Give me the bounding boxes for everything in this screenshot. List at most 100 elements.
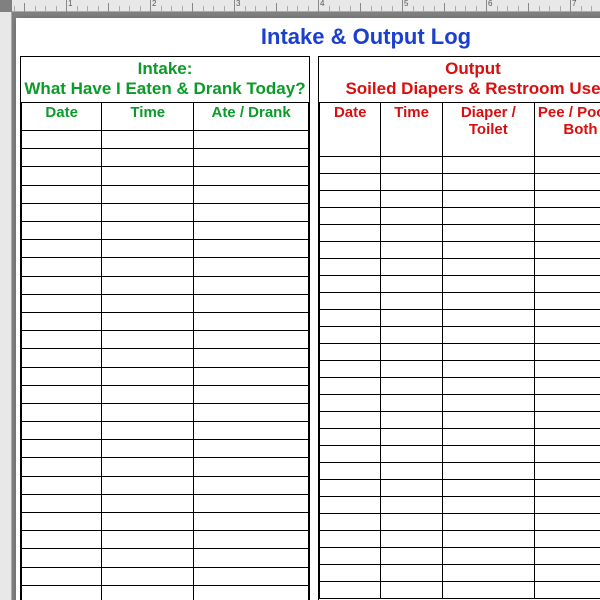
table-cell bbox=[534, 582, 600, 599]
table-cell bbox=[442, 327, 534, 344]
table-row bbox=[22, 349, 309, 367]
table-row bbox=[22, 494, 309, 512]
table-cell bbox=[22, 294, 102, 312]
table-cell bbox=[534, 242, 600, 259]
table-cell bbox=[442, 310, 534, 327]
output-heading-line2: Soiled Diapers & Restroom Use bbox=[345, 79, 600, 98]
table-cell bbox=[194, 203, 309, 221]
table-row bbox=[320, 548, 600, 565]
table-cell bbox=[102, 258, 194, 276]
table-cell bbox=[102, 403, 194, 421]
output-heading: Output Soiled Diapers & Restroom Use bbox=[319, 57, 600, 102]
table-cell bbox=[320, 480, 381, 497]
table-cell bbox=[534, 548, 600, 565]
table-row bbox=[22, 167, 309, 185]
table-cell bbox=[194, 585, 309, 600]
table-cell bbox=[102, 203, 194, 221]
table-cell bbox=[320, 174, 381, 191]
table-cell bbox=[320, 463, 381, 480]
table-cell bbox=[381, 378, 442, 395]
table-cell bbox=[102, 513, 194, 531]
intake-heading-line1: Intake: bbox=[138, 59, 193, 78]
table-row bbox=[320, 446, 600, 463]
table-row bbox=[320, 395, 600, 412]
table-cell bbox=[381, 582, 442, 599]
table-row bbox=[320, 174, 600, 191]
table-cell bbox=[102, 349, 194, 367]
table-cell bbox=[22, 349, 102, 367]
table-cell bbox=[194, 258, 309, 276]
table-cell bbox=[442, 548, 534, 565]
table-cell bbox=[381, 429, 442, 446]
table-cell bbox=[102, 440, 194, 458]
table-cell bbox=[22, 276, 102, 294]
intake-col-ate: Ate / Drank bbox=[194, 103, 309, 131]
table-cell bbox=[102, 458, 194, 476]
table-cell bbox=[194, 531, 309, 549]
table-row bbox=[320, 259, 600, 276]
output-header-row: Date Time Diaper / Toilet Pee / Poop / B… bbox=[320, 103, 600, 157]
table-cell bbox=[22, 185, 102, 203]
table-cell bbox=[320, 276, 381, 293]
table-row bbox=[320, 429, 600, 446]
table-cell bbox=[381, 565, 442, 582]
table-cell bbox=[442, 565, 534, 582]
table-row bbox=[22, 585, 309, 600]
table-cell bbox=[534, 480, 600, 497]
table-cell bbox=[381, 174, 442, 191]
table-row bbox=[320, 497, 600, 514]
table-cell bbox=[442, 242, 534, 259]
table-cell bbox=[381, 157, 442, 174]
table-cell bbox=[102, 331, 194, 349]
table-cell bbox=[442, 429, 534, 446]
table-cell bbox=[442, 344, 534, 361]
table-cell bbox=[534, 531, 600, 548]
table-cell bbox=[320, 361, 381, 378]
table-cell bbox=[102, 422, 194, 440]
table-cell bbox=[320, 582, 381, 599]
table-cell bbox=[534, 395, 600, 412]
table-row bbox=[320, 361, 600, 378]
table-cell bbox=[102, 585, 194, 600]
table-cell bbox=[381, 344, 442, 361]
table-row bbox=[22, 403, 309, 421]
table-cell bbox=[22, 549, 102, 567]
table-row bbox=[22, 331, 309, 349]
table-cell bbox=[534, 565, 600, 582]
table-row bbox=[320, 378, 600, 395]
table-cell bbox=[320, 259, 381, 276]
table-row bbox=[22, 367, 309, 385]
table-cell bbox=[22, 258, 102, 276]
table-cell bbox=[22, 458, 102, 476]
table-cell bbox=[22, 149, 102, 167]
table-row bbox=[320, 310, 600, 327]
table-cell bbox=[442, 208, 534, 225]
table-cell bbox=[534, 327, 600, 344]
table-cell bbox=[194, 458, 309, 476]
table-cell bbox=[381, 412, 442, 429]
table-cell bbox=[102, 222, 194, 240]
table-row bbox=[320, 514, 600, 531]
table-cell bbox=[320, 378, 381, 395]
intake-heading: Intake: What Have I Eaten & Drank Today? bbox=[21, 57, 309, 102]
table-cell bbox=[534, 174, 600, 191]
table-row bbox=[22, 149, 309, 167]
table-cell bbox=[320, 191, 381, 208]
table-cell bbox=[381, 327, 442, 344]
table-cell bbox=[381, 276, 442, 293]
table-cell bbox=[442, 497, 534, 514]
table-cell bbox=[194, 167, 309, 185]
ruler-label: 5 bbox=[404, 0, 408, 8]
table-cell bbox=[534, 463, 600, 480]
table-cell bbox=[194, 385, 309, 403]
table-cell bbox=[534, 429, 600, 446]
table-cell bbox=[102, 385, 194, 403]
ruler-label: 4 bbox=[320, 0, 324, 8]
table-cell bbox=[320, 548, 381, 565]
table-cell bbox=[442, 191, 534, 208]
intake-table: Date Time Ate / Drank bbox=[21, 102, 309, 600]
table-cell bbox=[320, 497, 381, 514]
table-cell bbox=[320, 531, 381, 548]
table-row bbox=[22, 276, 309, 294]
table-cell bbox=[381, 225, 442, 242]
